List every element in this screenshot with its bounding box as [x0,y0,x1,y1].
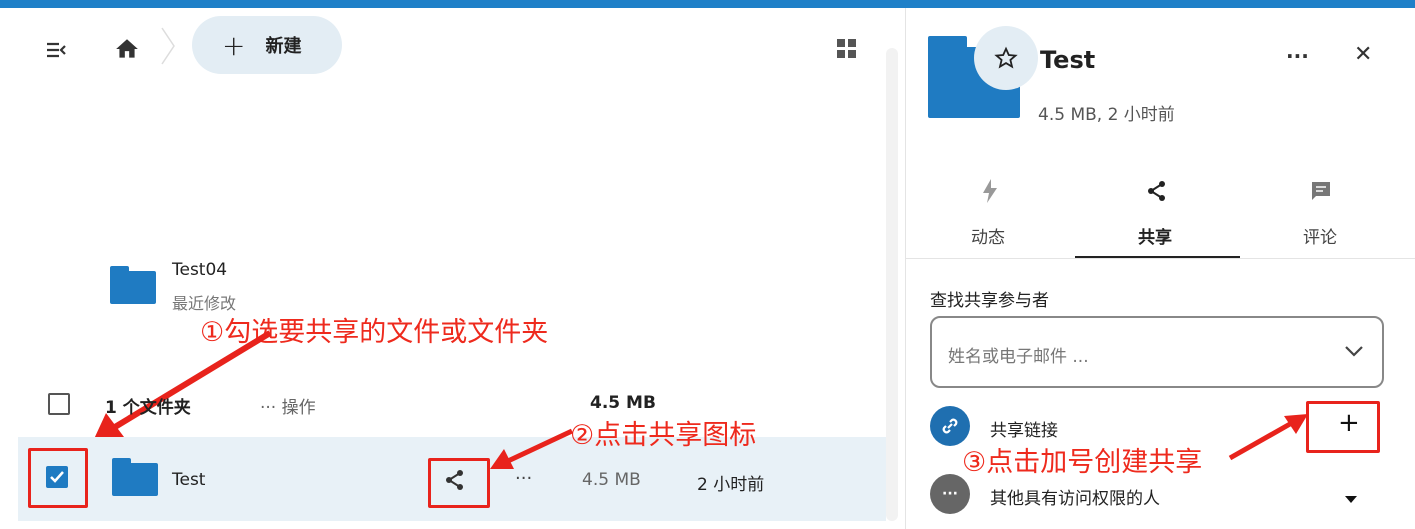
file-size: 4.5 MB [582,470,641,490]
top-header-bar [0,0,1415,8]
scrollbar[interactable] [886,48,898,521]
annotation-arrow-1 [94,330,272,439]
toggle-navigation-icon[interactable] [44,38,68,62]
share-search-input[interactable]: 姓名或电子邮件 ... [930,316,1384,388]
plus-icon: + [222,28,246,62]
file-modified: 2 小时前 [697,475,765,495]
star-icon [994,46,1018,69]
select-all-checkbox[interactable] [48,393,70,415]
new-button-label: 新建 [265,36,302,57]
annotation-step2: ②点击共享图标 [570,420,757,451]
tab-comments[interactable]: 评论 [1290,223,1350,248]
sidebar-more-button[interactable]: ··· [1286,44,1309,68]
others-avatar-dots: ··· [942,486,958,502]
annotation-step3: ③点击加号创建共享 [962,447,1203,478]
actions-button[interactable]: ··· 操作 [260,393,316,418]
tabs-divider [906,258,1415,259]
comment-icon [1310,180,1332,202]
share-link-label: 共享链接 [990,421,1058,441]
chevron-down-icon [1345,346,1363,357]
annotation-arrow-2 [490,428,574,469]
breadcrumb-chevron-icon [160,26,176,66]
tab-activity[interactable]: 动态 [958,223,1018,248]
total-size-label: 4.5 MB [590,393,656,413]
caret-down-icon[interactable] [1344,489,1358,503]
sidebar-meta: 4.5 MB, 2 小时前 [1038,105,1175,125]
recent-item-name[interactable]: Test04 [172,260,227,280]
tab-sharing[interactable]: 共享 [1125,223,1185,248]
share-icon [1146,180,1168,202]
others-avatar: ··· [930,474,970,514]
folder-icon [112,458,158,496]
annotation-arrow-3 [1228,414,1308,461]
sidebar-title: Test [1040,46,1096,74]
file-name[interactable]: Test [172,470,205,490]
lightning-icon [980,178,1000,204]
grid-view-icon[interactable] [836,38,858,60]
favorite-star-button[interactable] [974,26,1038,90]
search-placeholder: 姓名或电子邮件 ... [948,347,1089,367]
folder-count-label: 1 个文件夹 [105,398,191,418]
close-icon[interactable]: ✕ [1354,42,1372,67]
add-share-link-button[interactable]: + [1338,408,1360,438]
share-icon[interactable] [444,469,466,491]
folder-icon [110,266,156,304]
new-button[interactable]: + 新建 [192,16,342,74]
home-icon[interactable] [114,36,140,62]
search-label: 查找共享参与者 [930,291,1049,311]
others-access-label[interactable]: 其他具有访问权限的人 [990,484,1160,509]
row-checkbox[interactable] [46,466,68,488]
